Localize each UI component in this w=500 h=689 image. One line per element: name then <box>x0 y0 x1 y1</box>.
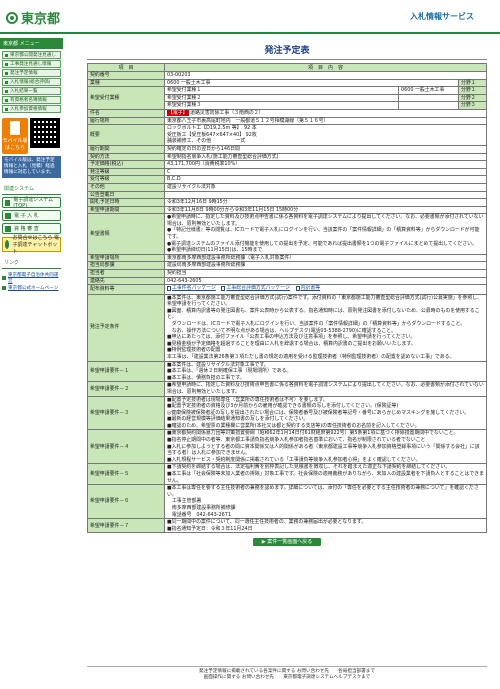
arrow-icon <box>5 225 11 232</box>
col-content: 項 目 内 容 <box>164 63 487 72</box>
tokyo-logo[interactable]: 東京都 <box>6 8 60 27</box>
arrow-icon <box>5 212 11 219</box>
logo-text: 東京都 <box>21 12 61 27</box>
contract-number: 03-00203 <box>164 71 487 80</box>
attachment-breakdown-link[interactable]: 内訳書等 <box>295 285 320 292</box>
sidebar-item-bid-results[interactable]: 入札結果一覧 <box>2 87 61 95</box>
table-row: 契約番号 03-00203 <box>87 71 487 80</box>
table-row: 希望受付業種 希望受付業種１ 0600 一般土木工事 分野１ <box>87 86 488 110</box>
back-to-list-button[interactable]: ▶ 案件一覧画面へ戻る <box>253 538 321 547</box>
file-icon <box>221 286 226 292</box>
order-plan-table: 項 目 項 目 内 容 契約番号 03-00203 業種 0600 一般土木工事… <box>87 63 488 534</box>
col-item: 項 目 <box>87 63 165 72</box>
mobile-note: モバイル版は、発注予定情報と入札（見積）経過情報に対応しています。 <box>2 156 61 178</box>
attachment-package-link[interactable]: 工事件名パッケージ <box>167 285 216 292</box>
e-bidding-button[interactable]: 電 子 入 札 <box>2 210 61 221</box>
link-icon <box>2 286 6 290</box>
table-row: 希望書類 ●希望申請時に、指定した資料及び技術点申告書に係る各資料を電子調達シス… <box>87 213 487 255</box>
main-content: 発注予定表 項 目 項 目 内 容 契約番号 03-00203 業種 0600 … <box>87 40 488 547</box>
table-row: 開札予定日時 令和3年12月16日 9時15分 <box>87 198 487 207</box>
bullet-icon <box>5 53 8 57</box>
link-icon <box>2 276 6 280</box>
table-row: 希望申請要件－７ ■同一期間中の案件について、同一選任主任技術者の、業務の兼務届… <box>87 518 487 534</box>
sidebar-menu: 東京都公開発注見通し 工事発注見通し情報 発注予定情報 入札情報(総合評価) 入… <box>0 51 63 113</box>
table-row: 希望申請要件－４ ■東京都契約関係暴力団等対策措置要綱（昭和62年1月14日付6… <box>87 429 487 465</box>
sidebar-section-menu: 東京都 メニュー <box>0 38 63 49</box>
title-divider <box>87 59 487 60</box>
electronic-badge: 【電子】 <box>167 109 189 116</box>
sidebar-section-related: 関連システム <box>2 183 61 195</box>
table-row: 希望申請期間 令和3年11月8日 9時00分から令和3年11月15日 15時00… <box>87 205 487 215</box>
table-header: 項 目 項 目 内 容 <box>87 63 487 72</box>
sidebar-links: 東京都電子自治体共同運営 東京都公式ホームページ <box>2 272 61 291</box>
mobile-section: モバイル版 はこちら <box>2 118 61 154</box>
table-row: 履行場所 東京都八王子市裏高尾町地内 一般都道５１２号相模湖線（第５１６号） <box>87 116 487 126</box>
table-row: 希望申請要件－６ ■本工事は専任を要する主任技術者の兼務を認めます。詳細について… <box>87 484 487 520</box>
table-row: 契約方法 希望制指名競争入札(施工能力審査型総合評価方式) <box>87 152 487 162</box>
phone-icon <box>10 121 20 135</box>
file-icon <box>295 286 300 292</box>
table-row: 配布資料等 工事件名パッケージ 工事総合評価方式パッケージ 内訳書等 <box>87 284 487 295</box>
table-row: 希望申請要件－３ ■配置予定技術者は現場専任（営業所の専任技術者は不可）を要しま… <box>87 395 487 431</box>
sidebar-item-qualification[interactable]: 入札参加資格情報 <box>2 105 61 113</box>
table-row: 担当者 契約担当 <box>87 269 487 278</box>
table-row: 件名 【電子】 道路災害防除工事（３南西の２） <box>87 108 487 118</box>
sidebar: 東京都 メニュー 東京都公開発注見通し 工事発注見通し情報 発注予定情報 入札情… <box>0 36 63 689</box>
table-row: 発注等級 C <box>87 167 487 177</box>
link-e-gov[interactable]: 東京都電子自治体共同運営 <box>2 272 61 284</box>
link-tokyo-official[interactable]: 東京都公式ホームページ <box>2 285 61 291</box>
table-row: 履行期間 契約確定の日の翌日から146日間 <box>87 144 487 154</box>
table-row: 連絡先 042-643-2605 <box>87 276 487 286</box>
sidebar-item-order-plan[interactable]: 発注予定情報 <box>2 69 61 77</box>
sidebar-item-construction-forecast[interactable]: 工事発注見通し情報 <box>2 60 61 68</box>
page-header: 東京都 入札情報サービス <box>0 0 500 34</box>
qr-code-icon <box>30 118 60 148</box>
sidebar-item-forecast[interactable]: 東京都公開発注見通し <box>2 51 61 59</box>
table-row: 担当局部課 建設局南多摩西部建設事務所総務課 <box>87 261 487 271</box>
bullet-icon <box>5 107 8 111</box>
bullet-icon <box>5 71 8 75</box>
bullet-icon <box>5 80 8 84</box>
file-icon <box>167 286 171 292</box>
arrow-icon <box>5 199 11 206</box>
table-row: その他 建設リサイクル法対象 <box>87 182 487 192</box>
sidebar-section-links: リンク <box>2 257 61 269</box>
header-title: 入札情報サービス <box>410 12 474 21</box>
table-row: 業種 0600 一般土木工事 分野１ <box>87 78 488 88</box>
bullet-icon <box>5 89 8 93</box>
tokyo-emblem-icon <box>6 11 18 24</box>
table-row: 希望申請要件－２ ■希望申請時に、指定した資料及び技術点申告書に係る各資料を電子… <box>87 381 487 397</box>
table-row: 発注予定条件 ■本案件は、東京都施工能力審査型総合評価方式(試行)案件です。添付… <box>87 293 487 362</box>
page-title: 発注予定表 <box>264 46 310 56</box>
attachment-evaluation-link[interactable]: 工事総合評価方式パッケージ <box>221 285 290 292</box>
bullet-icon <box>5 98 8 102</box>
sidebar-item-bid-info[interactable]: 入札情報(総合評価) <box>2 78 61 86</box>
table-row: 受付等級 B,C,D <box>87 175 487 184</box>
footer-line-2: 画面操作に関する お問い合わせ先 東京都電子調達システムヘルプデスクまで <box>203 675 371 680</box>
e-procurement-top-button[interactable]: 電子調達システム(TOP) <box>2 197 61 209</box>
table-row: 希望申請要件－５ ■下請契約を締結する場合は、法定福利費を別枠表記した見積書を徴… <box>87 463 487 486</box>
table-row: 希望申請要件－１ ■本案件は、建設リサイクル法対象工事です。 ■本工事は、「週休… <box>87 360 487 383</box>
sidebar-item-qualified-list[interactable]: 有資格者名簿情報 <box>2 96 61 104</box>
chatbot-button[interactable]: お問合せはこちら 電子調達チャットボット <box>2 235 61 255</box>
qualification-review-button[interactable]: 資 格 審 査 <box>2 223 61 234</box>
chatbot-icon <box>5 240 10 249</box>
table-row: 予定価格(税込) 43,171,700円（消費税率10%） <box>87 160 487 169</box>
bullet-icon <box>5 62 8 66</box>
page-footer: 発注予定情報に掲載されている各案件に関する お問い合わせ先 各局担当部署まで 画… <box>87 666 487 681</box>
table-row: 希望申請場所 東京都南多摩西部建設事務所総務課（電子入札対象案件） <box>87 253 487 263</box>
mobile-link[interactable]: モバイル版 はこちら <box>2 118 28 154</box>
table-row: 概要 ロックボルト工【D19,2.5m 等】 92 本 受圧板工【受圧板647×… <box>87 124 487 146</box>
table-row: 公告登載日 <box>87 190 487 200</box>
